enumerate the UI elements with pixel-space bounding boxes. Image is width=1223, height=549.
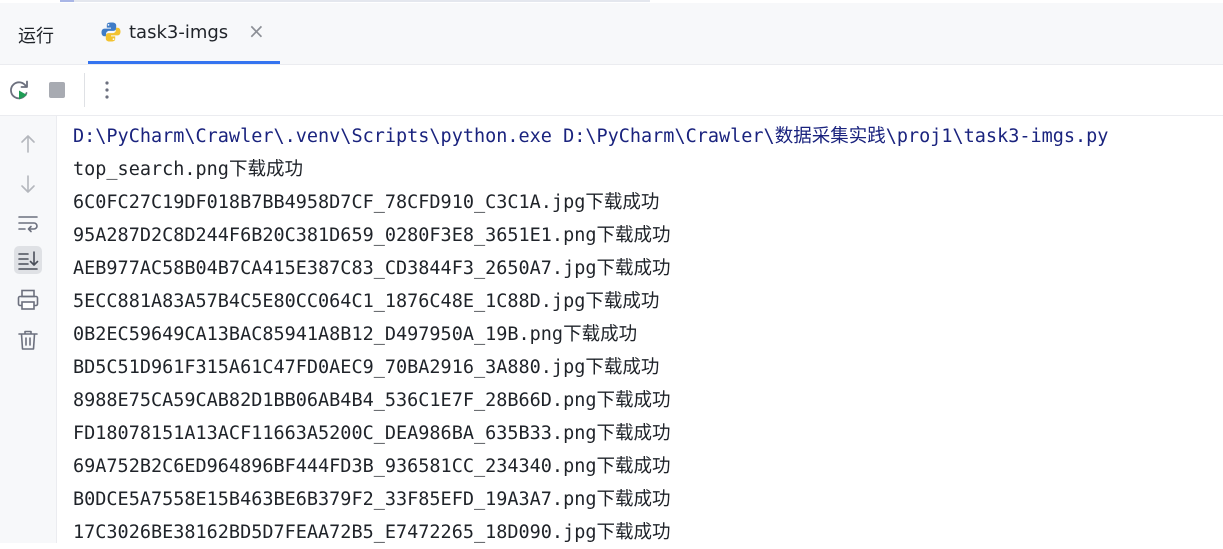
console-output-line: 5ECC881A83A57B4C5E80CC064C1_1876C48E_1C8… bbox=[73, 285, 1223, 318]
downloaded-filename: 0B2EC59649CA13BAC85941A8B12_D497950A_19B… bbox=[73, 324, 564, 345]
stop-icon[interactable] bbox=[44, 77, 70, 103]
console-output-line: B0DCE5A7558E15B463BE6B379F2_33F85EFD_19A… bbox=[73, 483, 1223, 516]
console-output-line: BD5C51D961F315A61C47FD0AEC9_70BA2916_3A8… bbox=[73, 351, 1223, 384]
downloaded-filename: 6C0FC27C19DF018B7BB4958D7CF_78CFD910_C3C… bbox=[73, 192, 586, 213]
console-output-line: 95A287D2C8D244F6B20C381D659_0280F3E8_365… bbox=[73, 219, 1223, 252]
download-success-text: 下载成功 bbox=[585, 291, 660, 312]
download-success-text: 下载成功 bbox=[585, 192, 660, 213]
download-success-text: 下载成功 bbox=[596, 423, 671, 444]
download-success-text: 下载成功 bbox=[596, 225, 671, 246]
scroll-to-end-icon[interactable] bbox=[14, 246, 42, 274]
console-output-line: 0B2EC59649CA13BAC85941A8B12_D497950A_19B… bbox=[73, 318, 1223, 351]
console-output-line: 17C3026BE38162BD5D7FEAA72B5_E7472265_18D… bbox=[73, 516, 1223, 549]
download-success-text: 下载成功 bbox=[596, 258, 671, 279]
more-vertical-icon[interactable] bbox=[94, 77, 120, 103]
downloaded-filename: 17C3026BE38162BD5D7FEAA72B5_E7472265_18D… bbox=[73, 522, 597, 543]
tool-window-header: 运行 task3-imgs × bbox=[0, 3, 1223, 65]
console-output-line: top_search.png下载成功 bbox=[73, 153, 1223, 186]
console-command-line: D:\PyCharm\Crawler\.venv\Scripts\python.… bbox=[73, 126, 1109, 147]
downloaded-filename: top_search.png bbox=[73, 159, 229, 180]
downloaded-filename: FD18078151A13ACF11663A5200C_DEA986BA_635… bbox=[73, 423, 597, 444]
downloaded-filename: 95A287D2C8D244F6B20C381D659_0280F3E8_365… bbox=[73, 225, 597, 246]
console-output-line: FD18078151A13ACF11663A5200C_DEA986BA_635… bbox=[73, 417, 1223, 450]
console-output-line: 69A752B2C6ED964896BF444FD3B_936581CC_234… bbox=[73, 450, 1223, 483]
download-success-text: 下载成功 bbox=[228, 159, 303, 180]
close-icon[interactable]: × bbox=[248, 20, 265, 42]
console-output-line: 8988E75CA59CAB82D1BB06AB4B4_536C1E7F_28B… bbox=[73, 384, 1223, 417]
tab-label: task3-imgs bbox=[129, 22, 229, 43]
download-success-text: 下载成功 bbox=[585, 357, 660, 378]
downloaded-filename: B0DCE5A7558E15B463BE6B379F2_33F85EFD_19A… bbox=[73, 489, 597, 510]
print-icon[interactable] bbox=[14, 286, 42, 314]
run-toolbar bbox=[0, 65, 1223, 116]
tab-task3-imgs[interactable]: task3-imgs × bbox=[88, 3, 280, 64]
soft-wrap-icon[interactable] bbox=[14, 209, 42, 237]
download-success-text: 下载成功 bbox=[596, 522, 671, 543]
download-success-text: 下载成功 bbox=[596, 390, 671, 411]
arrow-down-icon[interactable] bbox=[14, 170, 42, 198]
downloaded-filename: 5ECC881A83A57B4C5E80CC064C1_1876C48E_1C8… bbox=[73, 291, 586, 312]
console-output[interactable]: D:\PyCharm\Crawler\.venv\Scripts\python.… bbox=[73, 120, 1223, 549]
download-success-text: 下载成功 bbox=[596, 456, 671, 477]
downloaded-filename: 8988E75CA59CAB82D1BB06AB4B4_536C1E7F_28B… bbox=[73, 390, 597, 411]
download-success-text: 下载成功 bbox=[596, 489, 671, 510]
arrow-up-icon[interactable] bbox=[14, 130, 42, 158]
downloaded-filename: AEB977AC58B04B7CA415E387C83_CD3844F3_265… bbox=[73, 258, 597, 279]
python-icon bbox=[101, 22, 121, 42]
active-tab-indicator bbox=[88, 61, 280, 64]
rerun-icon[interactable] bbox=[6, 77, 32, 103]
top-edge-highlight bbox=[60, 0, 74, 2]
trash-icon[interactable] bbox=[14, 326, 42, 354]
console-side-toolbar bbox=[0, 116, 57, 543]
downloaded-filename: BD5C51D961F315A61C47FD0AEC9_70BA2916_3A8… bbox=[73, 357, 586, 378]
run-tool-window-title: 运行 bbox=[18, 26, 54, 47]
console-output-line: 6C0FC27C19DF018B7BB4958D7CF_78CFD910_C3C… bbox=[73, 186, 1223, 219]
top-edge-divider bbox=[60, 0, 650, 2]
download-success-text: 下载成功 bbox=[563, 324, 638, 345]
downloaded-filename: 69A752B2C6ED964896BF444FD3B_936581CC_234… bbox=[73, 456, 597, 477]
console-output-line: AEB977AC58B04B7CA415E387C83_CD3844F3_265… bbox=[73, 252, 1223, 285]
toolbar-separator bbox=[84, 73, 85, 107]
